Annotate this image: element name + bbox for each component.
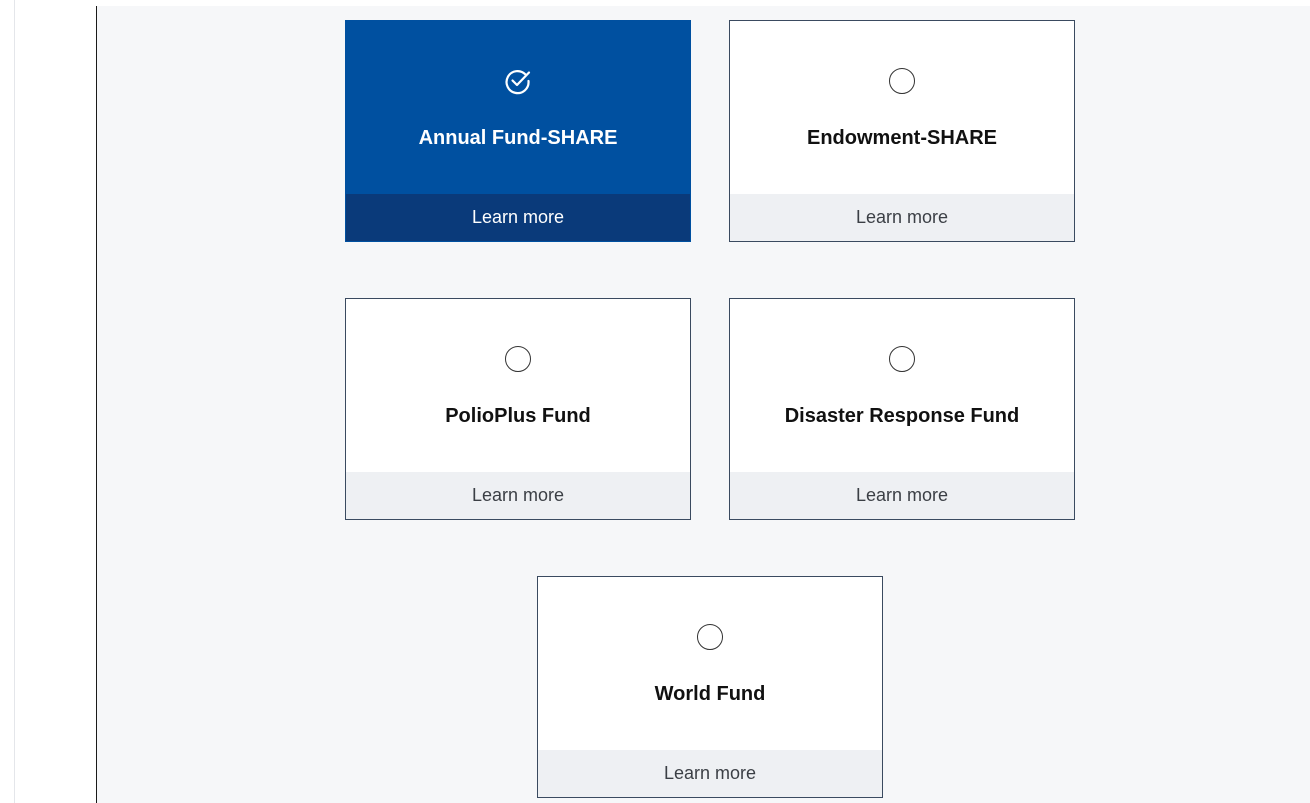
learn-more-link[interactable]: Learn more [346, 472, 690, 519]
fund-card-world-fund[interactable]: World Fund Learn more [537, 576, 883, 798]
radio-empty-icon[interactable] [889, 346, 915, 372]
learn-more-link[interactable]: Learn more [346, 194, 690, 241]
radio-empty-icon[interactable] [889, 68, 915, 94]
fund-card-select-area[interactable]: Endowment-SHARE [730, 21, 1074, 195]
fund-name: PolioPlus Fund [445, 405, 591, 427]
fund-card-select-area[interactable]: Annual Fund-SHARE [346, 21, 690, 195]
fund-card-select-area[interactable]: PolioPlus Fund [346, 299, 690, 473]
radio-empty-icon[interactable] [505, 346, 531, 372]
learn-more-link[interactable]: Learn more [730, 472, 1074, 519]
left-divider [14, 0, 15, 803]
fund-card-disaster-response-fund[interactable]: Disaster Response Fund Learn more [729, 298, 1075, 520]
page: Annual Fund-SHARE Learn more Endowment-S… [0, 0, 1310, 803]
fund-name: Endowment-SHARE [807, 127, 997, 149]
fund-card-select-area[interactable]: Disaster Response Fund [730, 299, 1074, 473]
learn-more-link[interactable]: Learn more [730, 194, 1074, 241]
learn-more-link[interactable]: Learn more [538, 750, 882, 797]
fund-name: Disaster Response Fund [784, 405, 1020, 427]
fund-card-select-area[interactable]: World Fund [538, 577, 882, 751]
check-circle-icon [505, 70, 531, 95]
fund-name: World Fund [654, 683, 766, 705]
fund-card-annual-fund-share[interactable]: Annual Fund-SHARE Learn more [345, 20, 691, 242]
fund-name: Annual Fund-SHARE [418, 127, 618, 149]
fund-card-endowment-share[interactable]: Endowment-SHARE Learn more [729, 20, 1075, 242]
fund-card-polioplus-fund[interactable]: PolioPlus Fund Learn more [345, 298, 691, 520]
radio-empty-icon[interactable] [697, 624, 723, 650]
